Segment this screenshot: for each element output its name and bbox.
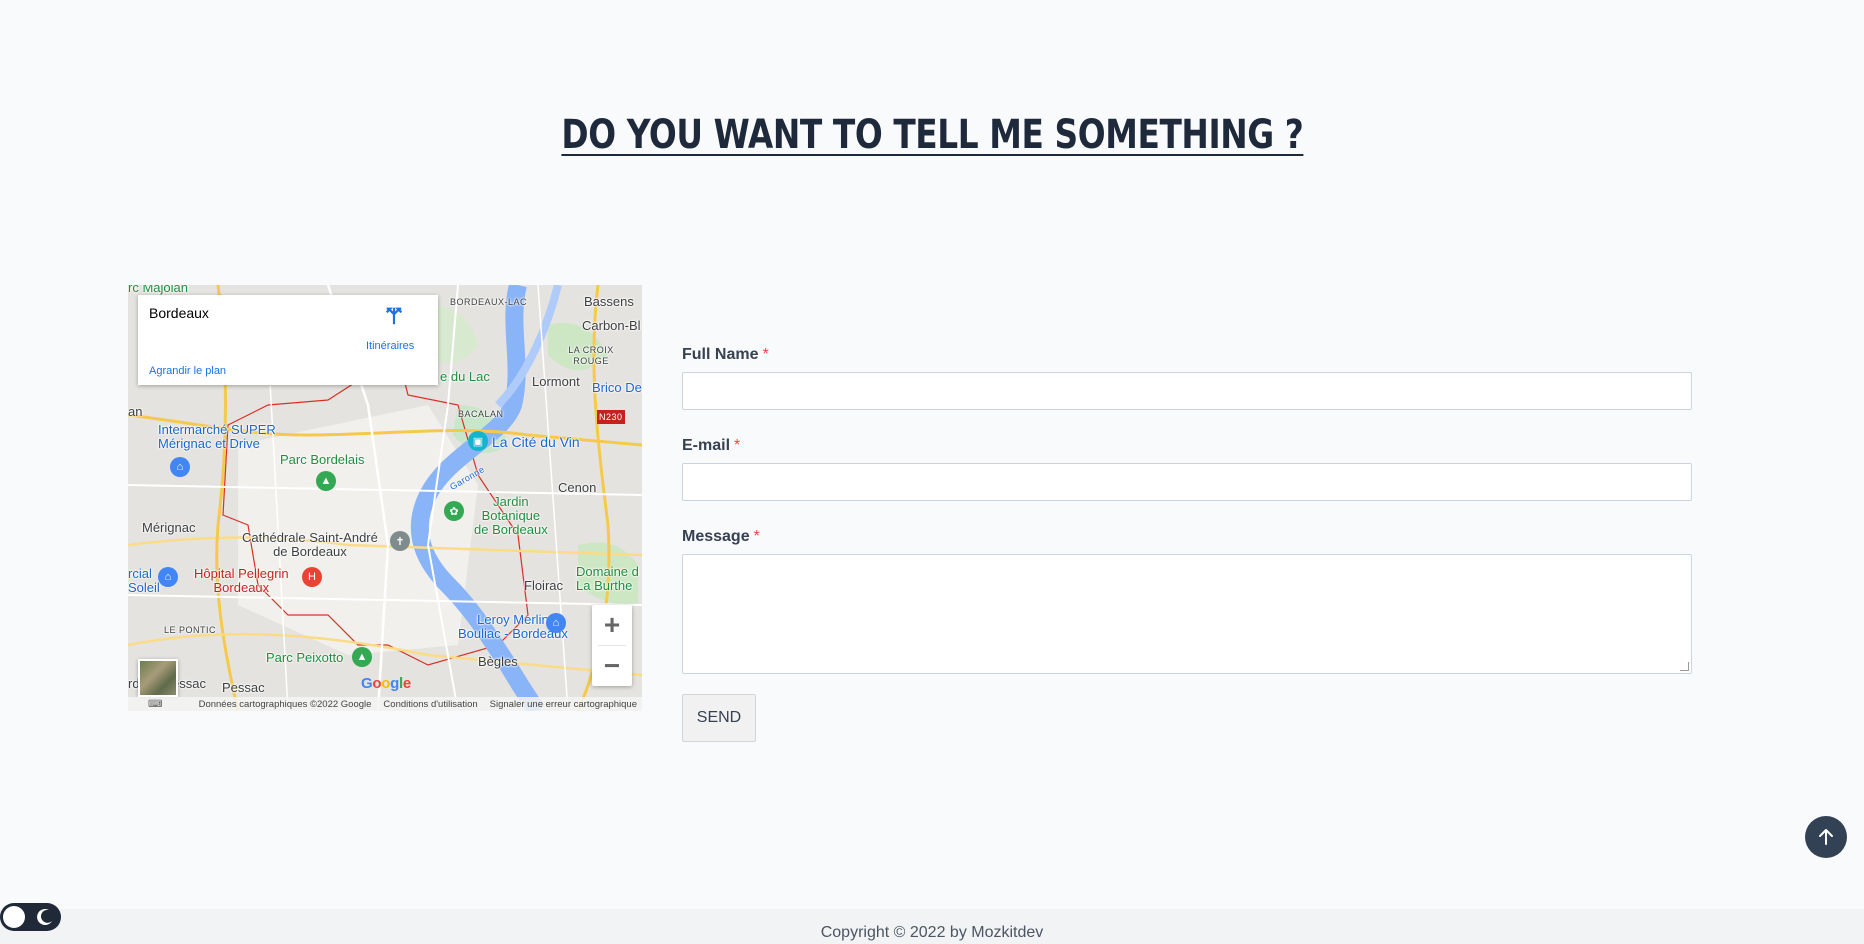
arrow-up-icon: [1819, 829, 1833, 845]
map-label: Cathédrale Saint-André de Bordeaux: [242, 530, 378, 559]
map-label: Parc Peixotto: [266, 650, 344, 665]
garden-pin-icon[interactable]: ✿: [444, 501, 464, 521]
report-error-link[interactable]: Signaler une erreur cartographique: [490, 699, 637, 710]
full-name-label: Full Name *: [682, 346, 769, 363]
map-label: La Cité du Vin: [492, 434, 580, 450]
park-pin-icon[interactable]: ▲: [352, 647, 372, 667]
zoom-out-button[interactable]: −: [592, 646, 632, 686]
email-field[interactable]: [682, 463, 1692, 501]
map-label: e du Lac: [440, 369, 490, 384]
zoom-controls: + −: [592, 605, 632, 686]
map-label: LE PONTIC: [164, 625, 217, 635]
moon-icon: [37, 908, 52, 925]
message-label: Message *: [682, 528, 760, 545]
full-name-field[interactable]: [682, 372, 1692, 410]
map-label: rcial Soleil: [128, 566, 160, 595]
map-label: LA CROIX ROUGE: [568, 345, 614, 366]
zoom-in-button[interactable]: +: [592, 605, 632, 645]
required-mark: *: [753, 528, 760, 545]
map-label: Bègles: [478, 654, 518, 669]
section-title: DO YOU WANT TO TELL ME SOMETHING ?: [560, 112, 1303, 158]
map-label: Bassens: [584, 294, 634, 309]
enlarge-map-link[interactable]: Agrandir le plan: [149, 365, 226, 377]
section-header: DO YOU WANT TO TELL ME SOMETHING ?: [0, 112, 1864, 158]
map-label: Jardin Botanique de Bordeaux: [474, 494, 548, 537]
hospital-pin-icon[interactable]: H: [302, 567, 322, 587]
church-pin-icon[interactable]: ✝: [390, 531, 410, 551]
place-name: Bordeaux: [149, 305, 209, 321]
map-label: BORDEAUX-LAC: [450, 297, 528, 307]
map-label: Cenon: [558, 480, 597, 495]
shopping-pin-icon[interactable]: ⌂: [158, 567, 178, 587]
shopping-pin-icon[interactable]: ⌂: [546, 613, 566, 633]
keyboard-icon[interactable]: ⌨: [148, 699, 162, 710]
satellite-toggle[interactable]: [138, 659, 178, 697]
map-label: Intermarché SUPER Mérignac et Drive: [158, 422, 276, 451]
map-label: Parc Bordelais: [280, 452, 365, 467]
send-button[interactable]: SEND: [682, 694, 756, 742]
email-label: E-mail *: [682, 437, 741, 454]
map-label: Carbon-Bl: [582, 318, 641, 333]
terms-link[interactable]: Conditions d'utilisation: [383, 699, 477, 710]
map-label: rc Majolan: [128, 285, 188, 295]
map-label: Lormont: [532, 374, 580, 389]
required-mark: *: [734, 437, 741, 454]
embedded-map[interactable]: rc Majolan Bassens Carbon-Bl BORDEAUX-LA…: [128, 285, 642, 711]
message-field[interactable]: [682, 554, 1692, 674]
contact-form: Full Name * E-mail * Message * SEND: [682, 345, 1692, 742]
map-label: Floirac: [524, 578, 564, 593]
footer: Copyright © 2022 by Mozkitdev: [0, 909, 1864, 944]
map-label: BACALAN: [458, 409, 504, 419]
scroll-to-top-button[interactable]: [1805, 816, 1847, 858]
map-label: Domaine d La Burthe: [576, 564, 639, 593]
copyright-text: Copyright © 2022 by Mozkitdev: [820, 924, 1044, 941]
road-shield: N230: [597, 410, 625, 424]
theme-toggle[interactable]: [0, 903, 61, 931]
directions-icon[interactable]: [383, 305, 405, 327]
toggle-knob: [3, 906, 25, 928]
map-label: Mérignac: [142, 520, 196, 535]
map-label: an: [128, 404, 143, 419]
place-info-card: Bordeaux Itinéraires Agrandir le plan: [138, 295, 438, 385]
map-label: Pessac: [222, 680, 265, 695]
directions-link[interactable]: Itinéraires: [366, 340, 414, 352]
park-pin-icon[interactable]: ▲: [316, 471, 336, 491]
map-label: Hôpital Pellegrin Bordeaux: [194, 566, 289, 595]
museum-pin-icon[interactable]: ▣: [468, 431, 488, 451]
shopping-pin-icon[interactable]: ⌂: [170, 457, 190, 477]
google-logo: Google: [361, 675, 411, 692]
map-attribution: ⌨ Données cartographiques ©2022 Google C…: [128, 697, 642, 711]
required-mark: *: [762, 346, 769, 363]
map-data-credit: Données cartographiques ©2022 Google: [198, 698, 372, 710]
map-label: Brico De: [592, 380, 642, 395]
